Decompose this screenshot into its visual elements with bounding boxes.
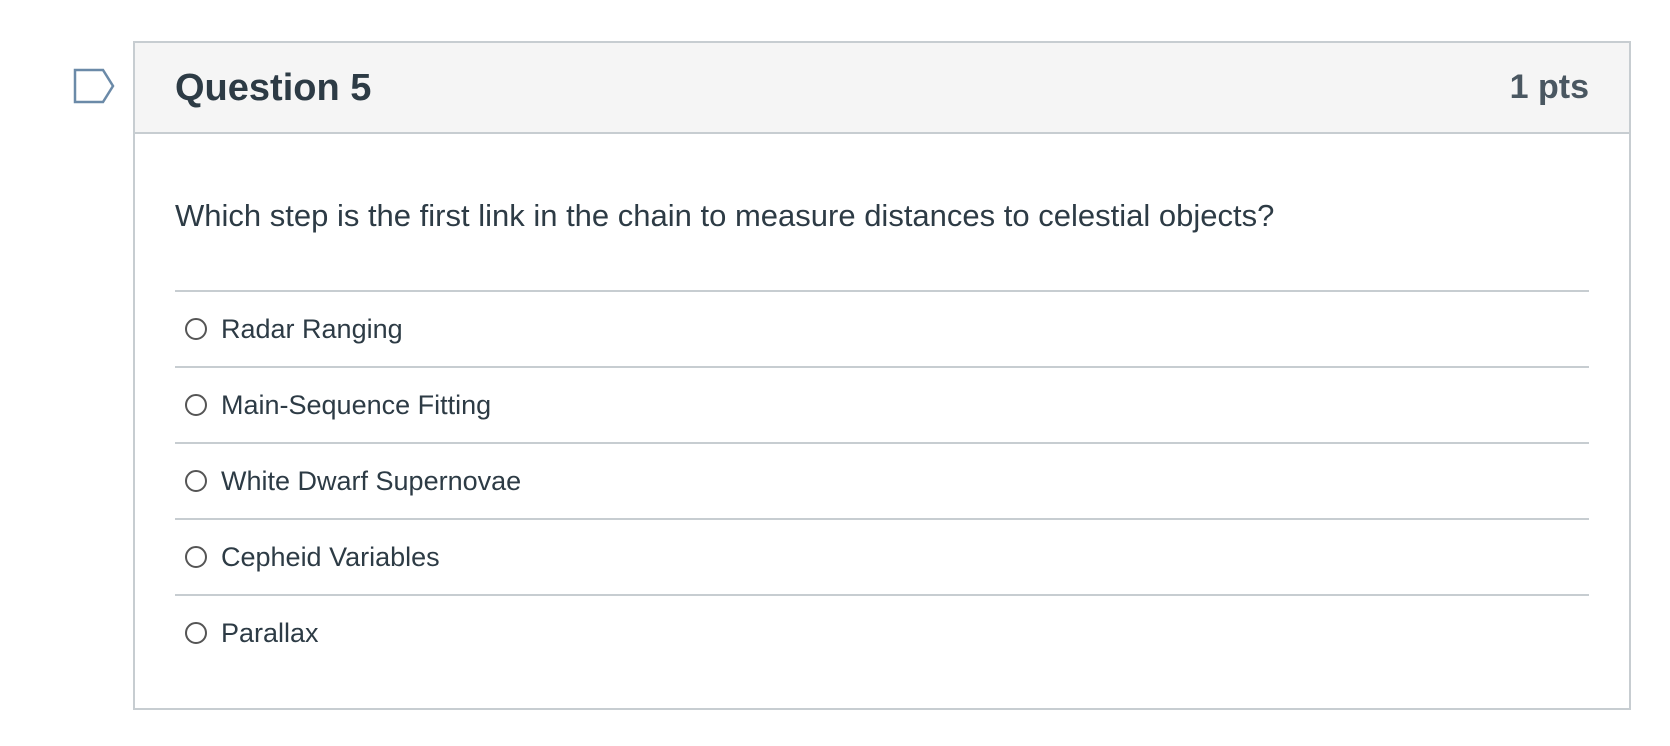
answer-label[interactable]: Parallax: [221, 618, 319, 649]
answer-label[interactable]: Radar Ranging: [221, 314, 403, 345]
answer-list: Radar Ranging Main-Sequence Fitting Whit…: [175, 290, 1589, 670]
question-text: Which step is the first link in the chai…: [175, 198, 1275, 233]
radio-button[interactable]: [185, 470, 207, 492]
radio-button[interactable]: [185, 546, 207, 568]
answer-option[interactable]: Cepheid Variables: [175, 518, 1589, 594]
flag-outline-icon: [73, 68, 115, 104]
question-body: Which step is the first link in the chai…: [135, 134, 1629, 670]
radio-button[interactable]: [185, 622, 207, 644]
radio-button[interactable]: [185, 318, 207, 340]
answer-option[interactable]: Parallax: [175, 594, 1589, 670]
question-card: Question 5 1 pts Which step is the first…: [133, 41, 1631, 710]
answer-label[interactable]: Main-Sequence Fitting: [221, 390, 491, 421]
answer-option[interactable]: Main-Sequence Fitting: [175, 366, 1589, 442]
question-points: 1 pts: [1509, 68, 1589, 106]
flag-question-icon[interactable]: [73, 68, 117, 104]
answer-option[interactable]: Radar Ranging: [175, 290, 1589, 366]
question-title: Question 5: [175, 66, 372, 109]
radio-button[interactable]: [185, 394, 207, 416]
answer-option[interactable]: White Dwarf Supernovae: [175, 442, 1589, 518]
question-header: Question 5 1 pts: [135, 43, 1629, 134]
answer-label[interactable]: Cepheid Variables: [221, 542, 440, 573]
answer-label[interactable]: White Dwarf Supernovae: [221, 466, 521, 497]
